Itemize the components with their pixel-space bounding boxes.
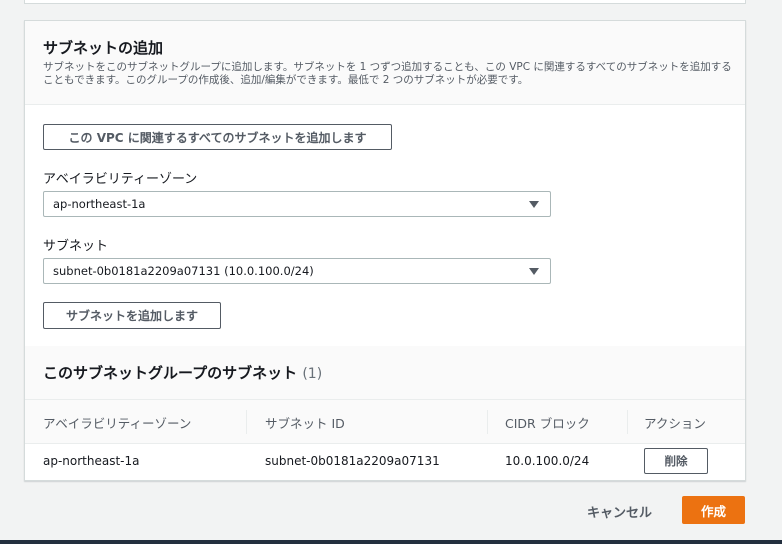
availability-zone-value: ap-northeast-1a [53,197,146,211]
subnet-value: subnet-0b0181a2209a07131 (10.0.100.0/24) [53,264,314,278]
availability-zone-label: アベイラビリティーゾーン [43,172,198,187]
bottom-bar [0,540,782,544]
caret-down-icon [529,201,539,208]
panel-header: サブネットの追加 サブネットをこのサブネットグループに追加します。サブネットを … [25,21,745,105]
caret-down-icon [529,268,539,275]
column-divider [246,410,247,434]
cancel-button[interactable]: キャンセル [587,502,652,521]
group-subnets-title-text: このサブネットグループのサブネット [43,364,298,382]
add-subnets-panel: サブネットの追加 サブネットをこのサブネットグループに追加します。サブネットを … [24,20,746,481]
panel-description: サブネットをこのサブネットグループに追加します。サブネットを 1 つずつ追加する… [43,61,732,86]
add-subnet-button[interactable]: サブネットを追加します [43,302,221,329]
group-subnets-header: このサブネットグループのサブネット (1) [25,346,745,400]
add-all-subnets-button[interactable]: この VPC に関連するすべてのサブネットを追加します [43,124,392,150]
subnet-label: サブネット [43,239,109,254]
column-header-az: アベイラビリティーゾーン [43,416,192,431]
column-header-action: アクション [644,416,706,431]
column-divider [487,410,488,434]
column-divider [627,410,628,434]
row-az: ap-northeast-1a [43,454,140,468]
table-row: ap-northeast-1a subnet-0b0181a2209a07131… [25,444,745,480]
panel-title: サブネットの追加 [43,39,164,57]
availability-zone-select[interactable]: ap-northeast-1a [43,191,551,217]
delete-button[interactable]: 削除 [644,448,708,474]
group-subnets-count: (1) [302,366,323,382]
group-subnets-title: このサブネットグループのサブネット (1) [43,362,322,383]
subnet-select[interactable]: subnet-0b0181a2209a07131 (10.0.100.0/24) [43,258,551,284]
column-header-cidr: CIDR ブロック [505,416,590,431]
row-subnet-id: subnet-0b0181a2209a07131 [265,454,440,468]
column-header-subnet-id: サブネット ID [265,416,345,431]
create-button[interactable]: 作成 [682,496,745,524]
previous-panel-edge [24,0,746,4]
row-cidr: 10.0.100.0/24 [505,454,590,468]
table-header: アベイラビリティーゾーン サブネット ID CIDR ブロック アクション [25,400,745,444]
